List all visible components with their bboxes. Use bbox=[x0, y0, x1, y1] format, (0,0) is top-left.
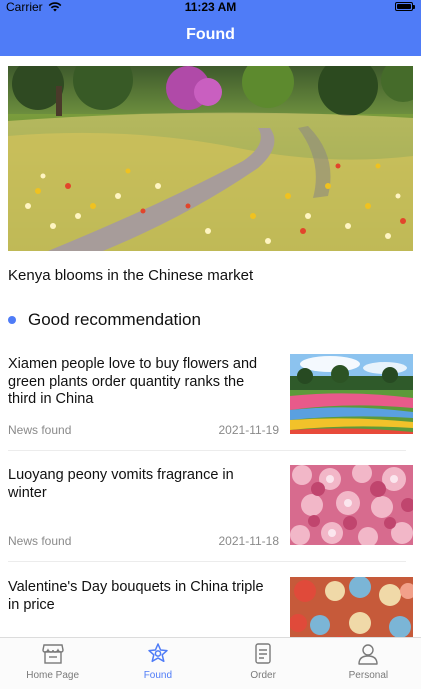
status-bar: Carrier 11:23 AM bbox=[0, 0, 421, 14]
news-source: News found bbox=[8, 534, 72, 548]
tab-home[interactable]: Home Page bbox=[0, 638, 105, 689]
tab-found[interactable]: Found bbox=[105, 638, 210, 689]
tab-personal[interactable]: Personal bbox=[316, 638, 421, 689]
news-item[interactable]: Xiamen people love to buy flowers and gr… bbox=[8, 354, 413, 437]
home-icon bbox=[41, 643, 65, 665]
tab-label: Personal bbox=[348, 670, 389, 681]
news-thumbnail bbox=[290, 465, 413, 545]
section-title: Good recommendation bbox=[28, 310, 201, 329]
content-scroll[interactable]: Kenya blooms in the Chinese market Good … bbox=[0, 56, 421, 637]
divider bbox=[8, 450, 406, 451]
clock-time: 11:23 AM bbox=[184, 0, 237, 14]
news-title: Valentine's Day bouquets in China triple… bbox=[8, 579, 264, 613]
tab-label: Order bbox=[250, 670, 276, 681]
news-date: 2021-11-19 bbox=[218, 423, 280, 437]
nav-title: Found bbox=[0, 14, 421, 56]
flower-icon bbox=[146, 643, 170, 665]
tab-order[interactable]: Order bbox=[211, 638, 316, 689]
news-title: Luoyang peony vomits fragrance in winter bbox=[8, 467, 234, 501]
news-title: Xiamen people love to buy flowers and gr… bbox=[8, 356, 258, 407]
news-thumbnail bbox=[290, 577, 413, 637]
section-dot-icon bbox=[8, 316, 16, 324]
news-source: News found bbox=[8, 423, 72, 437]
tab-label: Found bbox=[143, 670, 173, 681]
hero-caption[interactable]: Kenya blooms in the Chinese market bbox=[8, 267, 253, 284]
news-thumbnail bbox=[290, 354, 413, 434]
tab-bar: Home Page Found Order Personal bbox=[0, 637, 421, 689]
divider bbox=[8, 561, 406, 562]
order-icon bbox=[251, 643, 275, 665]
news-item[interactable]: Luoyang peony vomits fragrance in winter… bbox=[8, 465, 413, 548]
battery-icon bbox=[395, 2, 415, 11]
section-header: Good recommendation bbox=[8, 309, 201, 331]
tab-label: Home Page bbox=[26, 670, 80, 681]
news-date: 2021-11-18 bbox=[218, 534, 280, 548]
person-icon bbox=[356, 643, 380, 665]
hero-banner-image[interactable] bbox=[8, 66, 413, 251]
news-item[interactable]: Valentine's Day bouquets in China triple… bbox=[8, 577, 413, 637]
